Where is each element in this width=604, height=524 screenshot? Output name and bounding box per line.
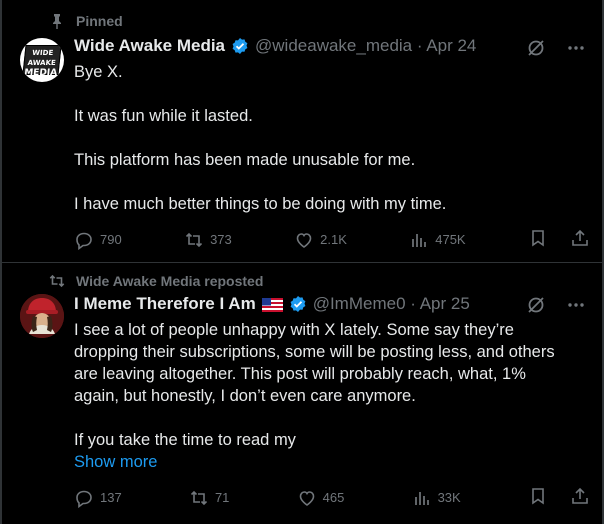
share-icon[interactable] (570, 486, 590, 509)
like-count: 465 (322, 490, 345, 505)
show-more-link[interactable]: Show more (74, 451, 582, 473)
repost-button[interactable]: 71 (189, 488, 229, 508)
action-bar: 790 373 2.1K 475K (74, 228, 590, 251)
repost-icon (185, 232, 203, 247)
more-options-icon[interactable] (566, 38, 586, 63)
avatar[interactable]: WIDE AWAKE MEDIA (20, 38, 64, 82)
views-button[interactable]: 33K (412, 488, 461, 508)
post-body: I see a lot of people unhappy with X lat… (74, 319, 582, 473)
post-line: I have much better things to be doing wi… (74, 195, 447, 213)
author-name[interactable]: I Meme Therefore I Am (74, 294, 256, 314)
repost-button[interactable]: 373 (184, 230, 232, 250)
bookmark-icon[interactable] (528, 228, 548, 251)
wide-awake-media-logo: WIDE AWAKE MEDIA (22, 45, 62, 78)
post-header: Wide Awake Media @wideawake_media · Apr … (74, 36, 476, 56)
author-handle-date[interactable]: @wideawake_media · Apr 24 (255, 36, 476, 56)
post-line: are leaving altogether. This post will p… (74, 365, 526, 383)
repost-context: Wide Awake Media reposted (48, 272, 263, 290)
repost-label: Wide Awake Media reposted (76, 273, 264, 289)
post-body: Bye X. It was fun while it lasted. This … (74, 61, 582, 215)
like-button[interactable]: 2.1K (294, 230, 347, 250)
post-line: If you take the time to read my (74, 431, 296, 449)
post-line: dropping their subscriptions, some will … (74, 343, 555, 361)
post-line: again, but honestly, I don’t even care a… (74, 387, 416, 405)
reply-count: 790 (100, 232, 122, 247)
heart-icon (296, 232, 312, 248)
bookmark-icon[interactable] (528, 486, 548, 509)
like-button[interactable]: 465 (297, 488, 345, 508)
verified-badge-icon[interactable] (231, 37, 249, 55)
repost-count: 71 (214, 490, 230, 505)
post-menu (526, 38, 586, 63)
views-count: 475K (435, 232, 466, 247)
author-handle-date[interactable]: @ImMeme0 · Apr 25 (313, 294, 470, 314)
reply-icon (76, 490, 92, 508)
us-flag-icon (261, 297, 283, 312)
action-bar: 137 71 465 33K (74, 486, 590, 509)
more-options-icon[interactable] (566, 295, 586, 320)
views-icon (414, 491, 429, 505)
share-icon[interactable] (570, 228, 590, 251)
reply-button[interactable]: 137 (74, 488, 122, 508)
grok-icon[interactable] (526, 295, 546, 320)
views-icon (412, 233, 427, 247)
reply-icon (76, 232, 92, 250)
post-menu (526, 295, 586, 320)
post-line: I see a lot of people unhappy with X lat… (74, 321, 514, 339)
reply-count: 137 (100, 490, 122, 505)
post-line: Bye X. (74, 63, 123, 81)
views-button[interactable]: 475K (409, 230, 466, 250)
verified-badge-icon[interactable] (289, 295, 307, 313)
repost-count: 373 (210, 232, 232, 247)
post-line: It was fun while it lasted. (74, 107, 253, 125)
grok-icon[interactable] (526, 38, 546, 63)
views-count: 33K (437, 490, 461, 505)
pinned-label: Pinned (76, 13, 123, 29)
reply-button[interactable]: 790 (74, 230, 122, 250)
pin-icon (48, 12, 66, 30)
repost-icon (190, 490, 208, 505)
pinned-context: Pinned (48, 12, 123, 30)
like-count: 2.1K (320, 232, 347, 247)
author-name[interactable]: Wide Awake Media (74, 36, 225, 56)
heart-icon (299, 490, 314, 506)
avatar[interactable] (20, 294, 64, 338)
post-line: This platform has been made unusable for… (74, 151, 416, 169)
post-header: I Meme Therefore I Am @ImMeme0 · Apr 25 (74, 294, 470, 314)
repost-icon (48, 272, 66, 290)
